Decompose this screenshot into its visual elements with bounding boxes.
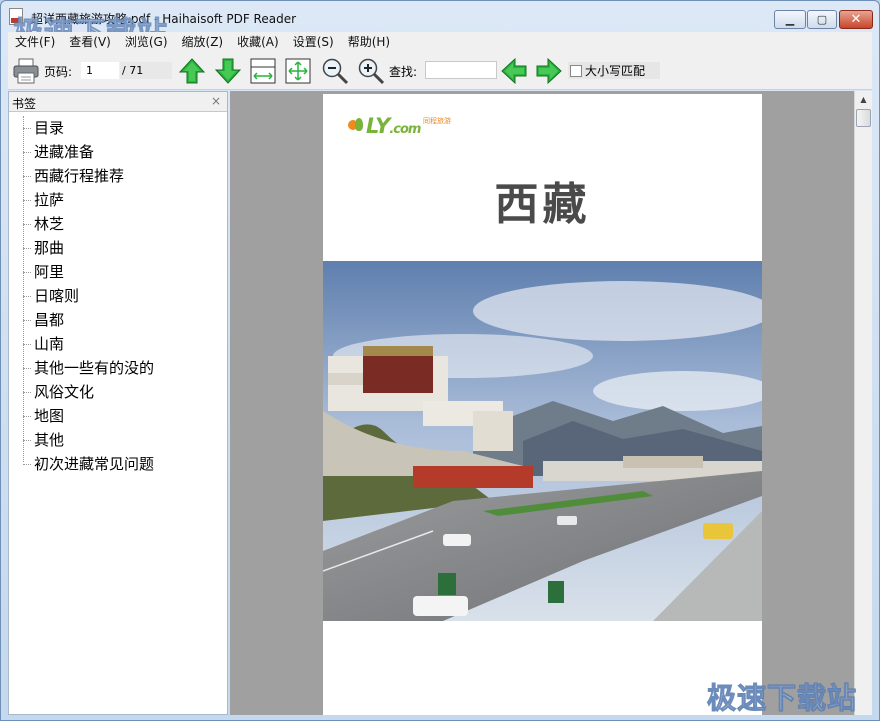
printer-icon[interactable]	[12, 58, 40, 84]
zoom-in-icon[interactable]	[357, 57, 385, 85]
watermark-bottom: 极速下载站	[706, 681, 858, 716]
arrow-up-icon[interactable]	[178, 57, 206, 85]
match-case-checkbox[interactable]	[570, 64, 582, 77]
search-input[interactable]	[425, 61, 497, 79]
bookmark-item[interactable]: 西藏行程推荐	[9, 164, 227, 188]
toolbar: 页码: 1 / 71 查找: 大小写匹配	[8, 52, 872, 90]
page-label: 页码:	[44, 65, 73, 79]
scroll-thumb[interactable]	[856, 109, 871, 127]
bookmark-item[interactable]: 其他一些有的没的	[9, 356, 227, 380]
minimize-button[interactable]: ▁	[774, 10, 806, 29]
search-label: 查找:	[389, 65, 418, 79]
zoom-out-icon[interactable]	[321, 57, 349, 85]
pdf-page: LY.com 同程旅游 西藏	[323, 94, 762, 715]
ly-logo-mark-icon	[348, 116, 366, 136]
app-window: 超详西藏旅游攻略.pdf - Haihaisoft PDF Reader 极速下…	[0, 0, 880, 721]
page-heading: 西藏	[494, 179, 591, 230]
arrow-right-icon[interactable]	[535, 57, 563, 85]
menu-zoom[interactable]: 缩放(Z)	[175, 32, 231, 52]
bookmark-close-icon[interactable]: ×	[211, 94, 221, 108]
page-number-input[interactable]: 1	[81, 62, 119, 79]
bookmark-item[interactable]: 风俗文化	[9, 380, 227, 404]
bookmark-item[interactable]: 进藏准备	[9, 140, 227, 164]
menu-file[interactable]: 文件(F)	[8, 32, 62, 52]
bookmark-title: 书签	[12, 97, 37, 111]
bookmark-item[interactable]: 拉萨	[9, 188, 227, 212]
bookmark-item[interactable]: 其他	[9, 428, 227, 452]
bookmark-item[interactable]: 初次进藏常见问题	[9, 452, 227, 476]
bookmark-item[interactable]: 目录	[9, 116, 227, 140]
bookmark-item[interactable]: 林芝	[9, 212, 227, 236]
bookmark-item[interactable]: 阿里	[9, 260, 227, 284]
menu-help[interactable]: 帮助(H)	[341, 32, 397, 52]
arrow-left-icon[interactable]	[500, 57, 528, 85]
document-view[interactable]: LY.com 同程旅游 西藏	[230, 91, 854, 715]
bookmark-tree: 目录 进藏准备 西藏行程推荐 拉萨 林芝 那曲 阿里 日喀则 昌都 山南 其他一…	[9, 112, 227, 476]
bookmark-item[interactable]: 日喀则	[9, 284, 227, 308]
ly-logo: LY.com	[348, 112, 421, 140]
page-total: / 71	[120, 62, 172, 79]
bookmark-item[interactable]: 地图	[9, 404, 227, 428]
arrow-down-icon[interactable]	[214, 57, 242, 85]
title-bar[interactable]: 超详西藏旅游攻略.pdf - Haihaisoft PDF Reader 极速下…	[1, 1, 879, 52]
fit-page-icon[interactable]	[284, 57, 312, 85]
bookmark-item[interactable]: 山南	[9, 332, 227, 356]
menu-view[interactable]: 查看(V)	[62, 32, 118, 52]
menu-settings[interactable]: 设置(S)	[286, 32, 341, 52]
bookmark-panel: 书签 × 目录 进藏准备 西藏行程推荐 拉萨 林芝 那曲 阿里 日喀则 昌都 山…	[8, 91, 228, 715]
logo-subtitle: 同程旅游	[423, 117, 451, 125]
menu-favorites[interactable]: 收藏(A)	[230, 32, 286, 52]
bookmark-item[interactable]: 昌都	[9, 308, 227, 332]
menu-browse[interactable]: 浏览(G)	[118, 32, 175, 52]
maximize-button[interactable]: ▢	[807, 10, 837, 29]
match-case-option[interactable]: 大小写匹配	[568, 62, 660, 79]
close-button[interactable]: ✕	[839, 10, 873, 29]
fit-width-icon[interactable]	[249, 57, 277, 85]
menu-bar: 文件(F) 查看(V) 浏览(G) 缩放(Z) 收藏(A) 设置(S) 帮助(H…	[8, 32, 872, 52]
ly-logo-text: LY.com	[366, 114, 421, 138]
bookmark-item[interactable]: 那曲	[9, 236, 227, 260]
potala-palace-photo	[323, 261, 762, 621]
match-case-label: 大小写匹配	[585, 64, 646, 78]
scroll-up-icon[interactable]: ▲	[855, 91, 872, 108]
bookmark-header: 书签 ×	[9, 92, 227, 112]
vertical-scrollbar[interactable]: ▲	[854, 91, 872, 715]
